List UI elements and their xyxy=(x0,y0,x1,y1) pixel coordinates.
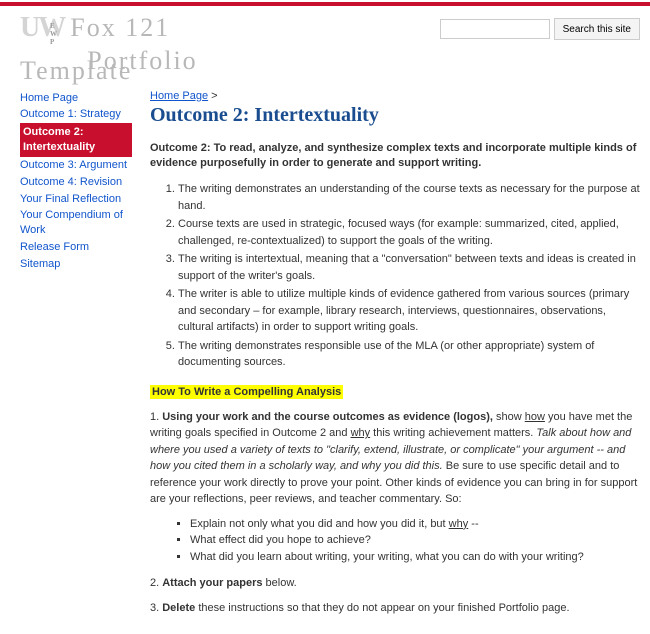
sidebar-item-3[interactable]: Outcome 3: Argument xyxy=(20,157,132,174)
instruction-3: 3. Delete these instructions so that the… xyxy=(150,600,640,617)
search-input[interactable] xyxy=(440,19,550,39)
sidebar-item-5[interactable]: Your Final Reflection xyxy=(20,191,132,208)
instruction-2: 2. Attach your papers below. xyxy=(150,575,640,592)
sidebar-item-8[interactable]: Sitemap xyxy=(20,256,132,273)
list-item: The writing demonstrates an understandin… xyxy=(178,181,640,214)
instruction-1: 1. Using your work and the course outcom… xyxy=(150,409,640,508)
breadcrumb: Home Page > xyxy=(150,90,640,102)
list-item: Explain not only what you did and how yo… xyxy=(190,516,640,533)
sidebar-nav: Home PageOutcome 1: StrategyOutcome 2: I… xyxy=(20,90,132,625)
instruction-1-bullets: Explain not only what you did and how yo… xyxy=(190,516,640,566)
outcome-list: The writing demonstrates an understandin… xyxy=(178,181,640,371)
sidebar-item-1[interactable]: Outcome 1: Strategy xyxy=(20,106,132,123)
search-button[interactable]: Search this site xyxy=(554,18,640,40)
main-content: Home Page > Outcome 2: Intertextuality O… xyxy=(150,90,640,625)
list-item: The writing is intertextual, meaning tha… xyxy=(178,251,640,284)
sidebar-item-6[interactable]: Your Compendium of Work xyxy=(20,207,132,239)
uw-logo: UW E W P xyxy=(20,12,64,44)
list-item: What did you learn about writing, your w… xyxy=(190,549,640,566)
list-item: What effect did you hope to achieve? xyxy=(190,532,640,549)
sidebar-item-0[interactable]: Home Page xyxy=(20,90,132,107)
breadcrumb-home[interactable]: Home Page xyxy=(150,90,208,102)
sidebar-item-4[interactable]: Outcome 4: Revision xyxy=(20,174,132,191)
page-title: Outcome 2: Intertextuality xyxy=(150,104,640,127)
list-item: The writer is able to utilize multiple k… xyxy=(178,286,640,336)
outcome-statement: Outcome 2: To read, analyze, and synthes… xyxy=(150,141,640,172)
list-item: The writing demonstrates responsible use… xyxy=(178,338,640,371)
sidebar-item-7[interactable]: Release Form xyxy=(20,239,132,256)
sidebar-item-2[interactable]: Outcome 2: Intertextuality xyxy=(20,123,132,157)
section-heading-analysis: How To Write a Compelling Analysis xyxy=(150,385,343,399)
list-item: Course texts are used in strategic, focu… xyxy=(178,216,640,249)
